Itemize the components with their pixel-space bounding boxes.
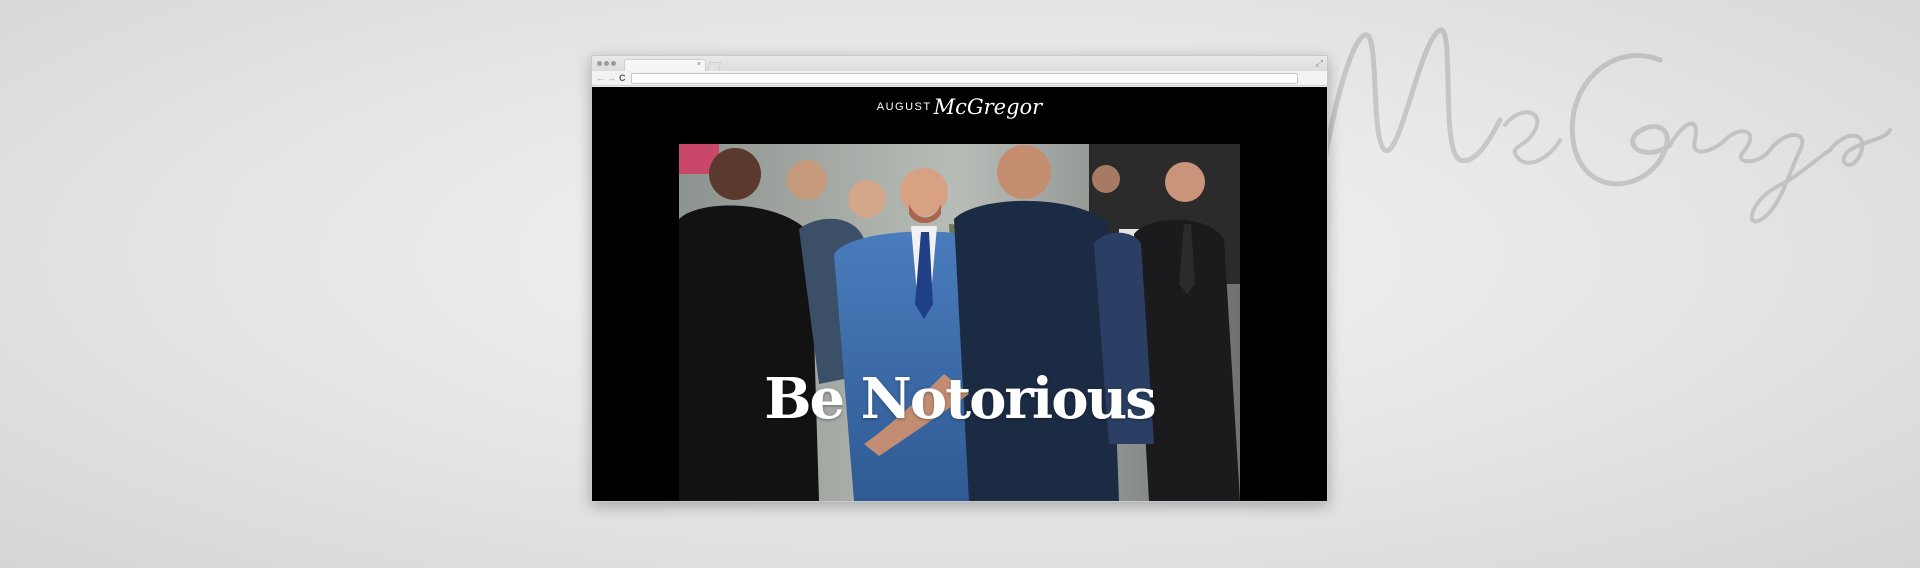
hero-photo-illustration [679, 144, 1240, 501]
window-maximize-dot[interactable] [611, 61, 616, 66]
logo-script: McGregor [933, 95, 1043, 119]
website-page: AUGUSTMcGregor Be Notorious [592, 87, 1327, 501]
expand-icon[interactable]: ⤢ [1316, 58, 1323, 68]
new-tab-button[interactable] [706, 62, 722, 71]
reload-icon[interactable]: C [619, 72, 626, 84]
logo-word: AUGUST [876, 101, 932, 113]
browser-window: × ⤢ ← → C AUGUSTMcGregor Be Notorious [591, 55, 1328, 502]
browser-nav-bar: ← → C [592, 71, 1327, 86]
window-minimize-dot[interactable] [604, 61, 609, 66]
hero-title: Be Notorious [764, 366, 1157, 432]
background-script-watermark [1290, 0, 1920, 300]
address-bar[interactable] [631, 73, 1298, 84]
back-arrow-icon[interactable]: ← [596, 72, 605, 84]
window-close-dot[interactable] [597, 61, 602, 66]
hero-image: Be Notorious [679, 144, 1240, 501]
close-icon[interactable]: × [697, 60, 701, 70]
site-logo[interactable]: AUGUSTMcGregor [592, 95, 1327, 135]
browser-tab-bar: × ⤢ [592, 56, 1327, 72]
forward-arrow-icon[interactable]: → [607, 72, 616, 84]
